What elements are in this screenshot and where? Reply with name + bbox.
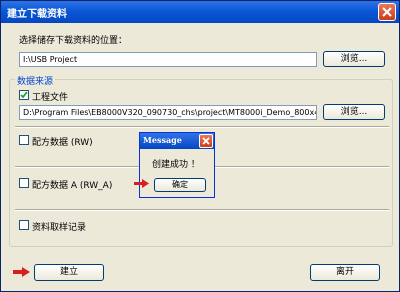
close-icon — [382, 7, 392, 17]
red-arrow-icon — [13, 267, 30, 277]
project-file-browse-button[interactable]: 浏览... — [323, 104, 385, 120]
project-file-label: 工程文件 — [32, 93, 69, 103]
sampling-label: 资料取样记录 — [32, 223, 87, 233]
window-title: 建立下载资料 — [7, 9, 67, 20]
message-text: 创建成功 ！ — [152, 160, 200, 170]
location-path-field[interactable]: I:\USB Project — [19, 52, 317, 67]
red-arrow-icon — [134, 179, 149, 188]
exit-button[interactable]: 离开 — [310, 264, 380, 281]
location-label: 选择储存下载资料的位置： — [19, 36, 128, 46]
project-file-path-field[interactable]: D:\Program Files\EB8000V320_090730_chs\p… — [19, 105, 317, 120]
recipe-rwa-label: 配方数据 A (RW_A) — [32, 181, 113, 191]
message-title: Message — [143, 135, 182, 145]
message-ok-button[interactable]: 确定 — [154, 178, 206, 192]
recipe-rwa-checkbox[interactable] — [19, 178, 29, 188]
location-browse-button[interactable]: 浏览... — [323, 51, 385, 67]
message-title-bar: Message — [140, 133, 214, 149]
build-download-data-dialog: 建立下载资料 选择储存下载资料的位置： I:\USB Project 浏览...… — [0, 0, 400, 292]
message-close-button[interactable] — [199, 134, 213, 148]
build-button[interactable]: 建立 — [34, 264, 104, 281]
message-dialog: Message 创建成功 ！ 确定 — [139, 132, 215, 198]
project-file-checkbox[interactable] — [19, 90, 29, 100]
checkmark-icon — [20, 91, 28, 99]
close-button[interactable] — [378, 3, 396, 21]
recipe-rw-label: 配方数据 (RW) — [32, 138, 93, 148]
sampling-checkbox[interactable] — [19, 220, 29, 230]
title-bar: 建立下载资料 — [1, 1, 399, 23]
data-source-group-title: 数据来源 — [15, 74, 56, 87]
close-icon — [202, 137, 210, 145]
separator — [15, 209, 389, 211]
recipe-rw-checkbox[interactable] — [19, 135, 29, 145]
separator — [15, 126, 389, 128]
